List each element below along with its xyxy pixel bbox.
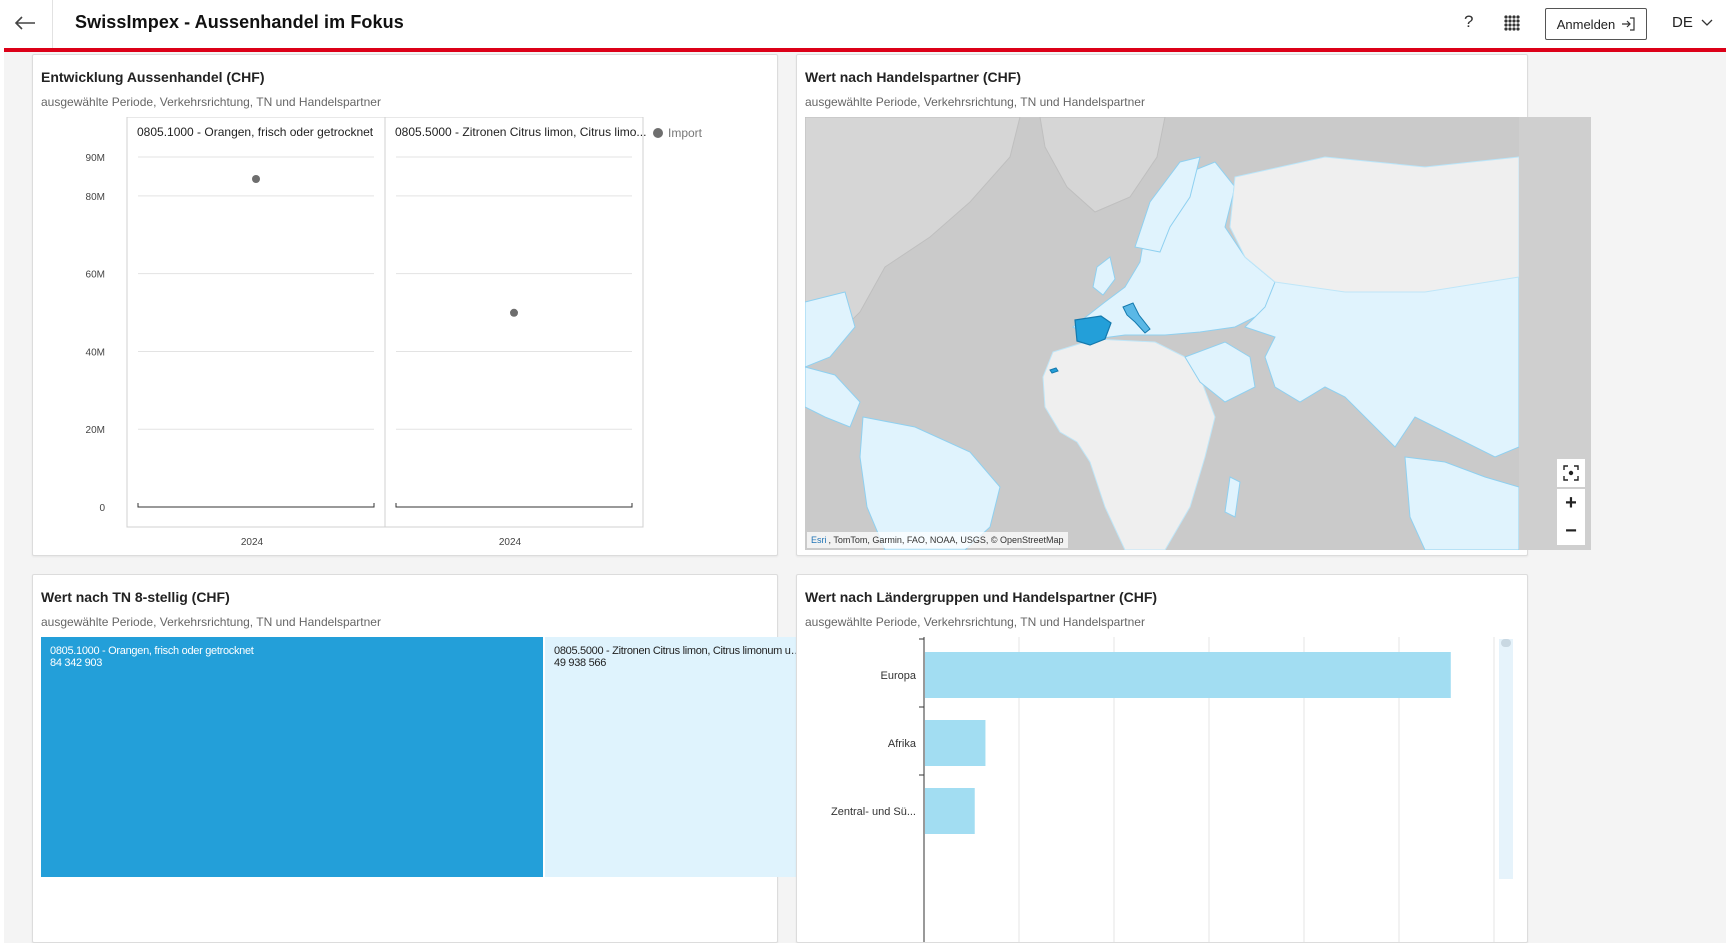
- legend-label: Import: [668, 126, 703, 140]
- apps-grid-icon: [1504, 15, 1520, 31]
- recenter-button[interactable]: [1557, 459, 1585, 487]
- map-attribution: Esri , TomTom, Garmin, FAO, NOAA, USGS, …: [807, 532, 1068, 548]
- language-label: DE: [1672, 14, 1693, 31]
- treemap-tile-zitronen[interactable]: 0805.5000 - Zitronen Citrus limon, Citru…: [545, 637, 815, 877]
- world-map-canvas: [805, 117, 1520, 550]
- treemap-card-title: Wert nach TN 8-stellig (CHF): [41, 589, 230, 605]
- world-map[interactable]: + − Esri , TomTom, Garmin, FAO, NOAA, US…: [805, 117, 1591, 550]
- groups-card: Wert nach Ländergruppen und Handelspartn…: [796, 574, 1528, 943]
- treemap-card: Wert nach TN 8-stellig (CHF) ausgewählte…: [32, 574, 815, 943]
- y-tick-label: 0: [99, 503, 105, 514]
- y-tick-label: 60M: [86, 270, 105, 281]
- legend-marker: [653, 128, 663, 138]
- groups-card-subtitle: ausgewählte Periode, Verkehrsrichtung, T…: [805, 615, 1145, 629]
- category-label: Europa: [881, 670, 917, 682]
- treemap-tile-label: 0805.1000 - Orangen, frisch oder getrock…: [50, 645, 254, 657]
- map-attribution-text: , TomTom, Garmin, FAO, NOAA, USGS, © Ope…: [828, 535, 1064, 545]
- map-card-title: Wert nach Handelspartner (CHF): [805, 69, 1021, 85]
- panel-title: 0805.1000 - Orangen, frisch oder getrock…: [137, 125, 374, 139]
- map-card: Wert nach Handelspartner (CHF) ausgewähl…: [796, 54, 1591, 556]
- recenter-icon: [1563, 465, 1579, 481]
- arrow-left-icon: [14, 16, 35, 30]
- login-label: Anmelden: [1556, 16, 1616, 32]
- y-tick-label: 90M: [86, 153, 105, 164]
- bar: [925, 652, 1451, 698]
- trend-card-subtitle: ausgewählte Periode, Verkehrsrichtung, T…: [41, 95, 381, 109]
- x-axis-line: [395, 503, 633, 508]
- help-button[interactable]: ?: [1464, 12, 1473, 32]
- category-label: Zentral- und Sü...: [831, 806, 916, 818]
- groups-bar-chart: Europa Afrika Zentral- und Sü...: [831, 637, 1495, 942]
- y-tick-label: 20M: [86, 425, 105, 436]
- groups-card-title: Wert nach Ländergruppen und Handelspartn…: [805, 589, 1158, 605]
- treemap-tile-label: 0805.5000 - Zitronen Citrus limon, Citru…: [554, 645, 806, 657]
- bar: [925, 788, 975, 834]
- treemap-tile-value: 49 938 566: [554, 657, 607, 669]
- bar: [925, 720, 986, 766]
- trend-card: Entwicklung Aussenhandel (CHF) ausgewähl…: [32, 54, 778, 556]
- treemap-tile-value: 84 342 903: [50, 657, 103, 669]
- trend-card-title: Entwicklung Aussenhandel (CHF): [41, 69, 265, 85]
- map-card-subtitle: ausgewählte Periode, Verkehrsrichtung, T…: [805, 95, 1145, 109]
- zoom-out-button[interactable]: −: [1557, 517, 1585, 545]
- data-point: [510, 308, 518, 317]
- treemap-tile-orangen[interactable]: 0805.1000 - Orangen, frisch oder getrock…: [41, 637, 543, 877]
- x-axis-line: [137, 503, 375, 508]
- zoom-in-button[interactable]: +: [1557, 489, 1585, 517]
- trend-chart: 0 20M 40M 60M 80M 90M 0805.1000 - Orangen, fri…: [86, 117, 703, 548]
- x-tick-label: 2024: [241, 537, 264, 548]
- app-title: SwissImpex - Aussenhandel im Fokus: [75, 12, 404, 32]
- y-tick-label: 40M: [86, 347, 105, 358]
- language-select[interactable]: DE: [1672, 14, 1713, 31]
- treemap-card-subtitle: ausgewählte Periode, Verkehrsrichtung, T…: [41, 615, 381, 629]
- y-tick-label: 80M: [86, 192, 105, 203]
- apps-grid-button[interactable]: [1504, 15, 1522, 33]
- login-button[interactable]: Anmelden: [1545, 8, 1647, 40]
- login-icon: [1622, 17, 1635, 31]
- chart-scrollbar[interactable]: [1499, 639, 1513, 879]
- chevron-down-icon: [1701, 19, 1713, 26]
- category-label: Afrika: [888, 738, 917, 750]
- data-point: [252, 174, 260, 183]
- header-divider: [52, 0, 53, 48]
- panel-title: 0805.5000 - Zitronen Citrus limon, Citru…: [395, 125, 646, 139]
- esri-link[interactable]: Esri: [811, 535, 827, 545]
- back-button[interactable]: [10, 10, 40, 36]
- x-tick-label: 2024: [499, 537, 522, 548]
- app-header: SwissImpex - Aussenhandel im Fokus ? Anm…: [0, 0, 1726, 52]
- chart-scrollbar-thumb[interactable]: [1501, 639, 1511, 647]
- dashboard-content: Entwicklung Aussenhandel (CHF) ausgewähl…: [4, 52, 1726, 943]
- panel-frame: [384, 117, 644, 528]
- russia-shape: [1229, 156, 1520, 293]
